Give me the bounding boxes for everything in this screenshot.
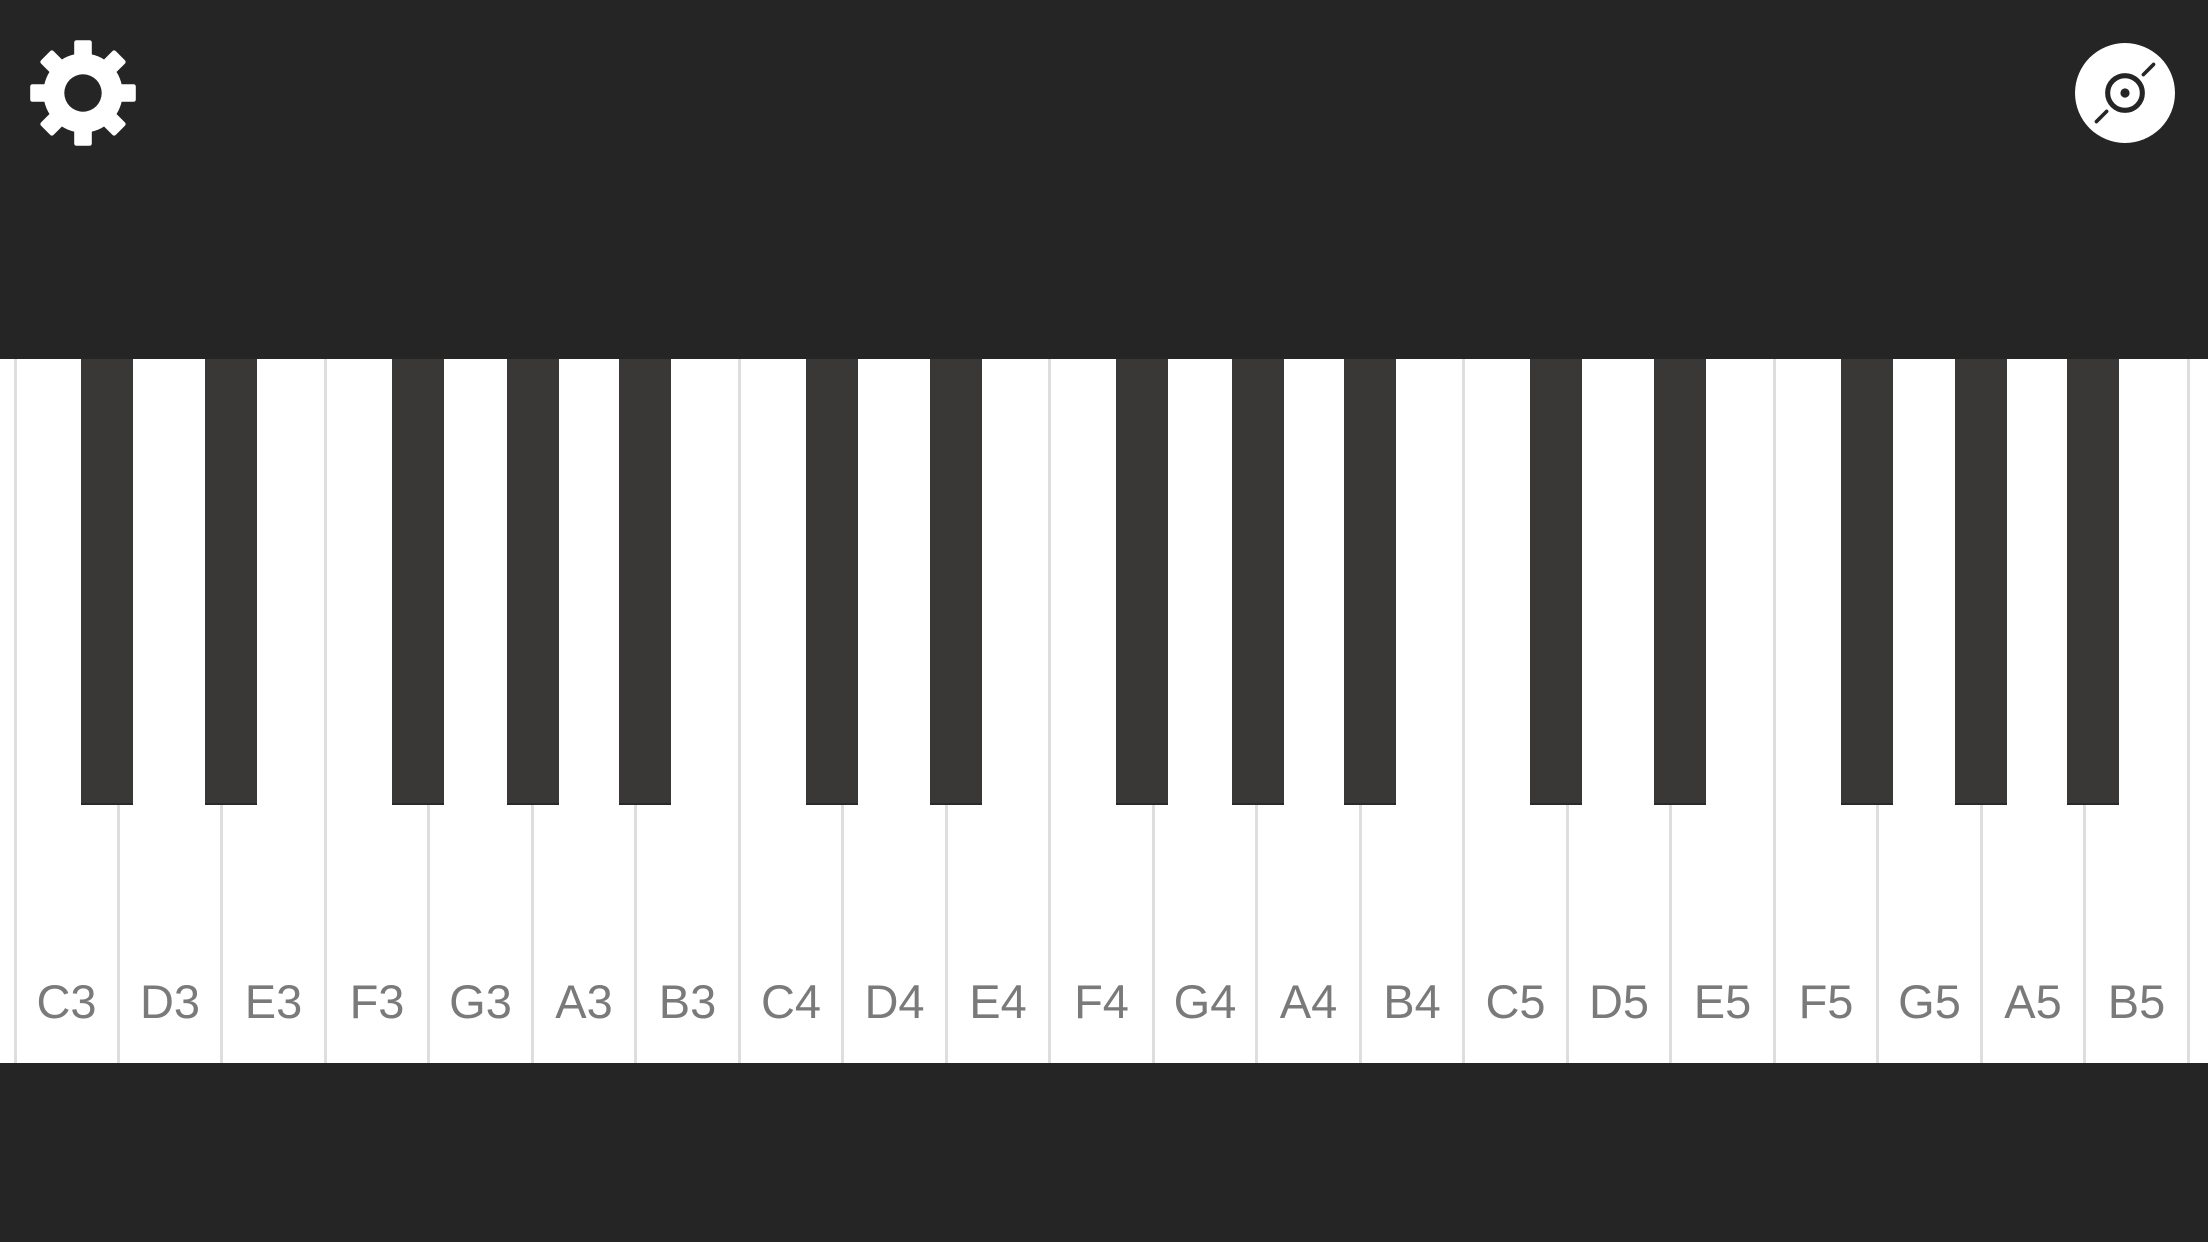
black-key[interactable] bbox=[1955, 359, 2007, 805]
top-bar bbox=[0, 0, 2208, 359]
gear-icon bbox=[30, 40, 136, 146]
key-label: C5 bbox=[1485, 975, 1546, 1028]
black-key[interactable] bbox=[392, 359, 444, 805]
key-label: C4 bbox=[760, 975, 822, 1028]
key-label: E5 bbox=[1693, 975, 1752, 1028]
black-key[interactable] bbox=[1232, 359, 1284, 805]
key-label: G3 bbox=[449, 975, 512, 1028]
black-key[interactable] bbox=[2067, 359, 2119, 805]
settings-button[interactable] bbox=[28, 38, 138, 148]
key-label: A5 bbox=[2004, 975, 2062, 1028]
key-label: A4 bbox=[1279, 975, 1338, 1028]
key-label: A3 bbox=[555, 975, 613, 1028]
black-key[interactable] bbox=[930, 359, 982, 805]
bottom-bar bbox=[0, 1063, 2208, 1242]
key-label: B5 bbox=[2107, 975, 2166, 1028]
key-divider bbox=[14, 359, 17, 1063]
key-label: F3 bbox=[349, 975, 405, 1028]
black-key[interactable] bbox=[1530, 359, 1582, 805]
vinyl-record-icon bbox=[2075, 43, 2175, 143]
key-label: B4 bbox=[1383, 975, 1441, 1028]
key-label: F4 bbox=[1074, 975, 1129, 1028]
key-label: G5 bbox=[1898, 975, 1961, 1028]
black-key[interactable] bbox=[1344, 359, 1396, 805]
black-key[interactable] bbox=[1654, 359, 1706, 805]
piano-keyboard: C3 D3 E3 F3 G3 A3 B3 C4 D4 E4 F4 G4 A4 B… bbox=[0, 359, 2208, 1063]
key-label: B3 bbox=[658, 975, 717, 1028]
piano-app: C3 D3 E3 F3 G3 A3 B3 C4 D4 E4 F4 G4 A4 B… bbox=[0, 0, 2208, 1242]
key-label: D5 bbox=[1588, 975, 1650, 1028]
black-key[interactable] bbox=[507, 359, 559, 805]
key-label: F5 bbox=[1798, 975, 1854, 1028]
key-label: D4 bbox=[864, 975, 925, 1028]
black-key[interactable] bbox=[1841, 359, 1893, 805]
key-label: C3 bbox=[36, 975, 97, 1028]
record-button[interactable] bbox=[2074, 42, 2176, 144]
key-label: G4 bbox=[1173, 975, 1237, 1028]
black-key[interactable] bbox=[806, 359, 858, 805]
black-key[interactable] bbox=[205, 359, 257, 805]
key-label: E3 bbox=[244, 975, 303, 1028]
key-label: D3 bbox=[139, 975, 201, 1028]
key-label: E4 bbox=[969, 975, 1027, 1028]
black-key[interactable] bbox=[81, 359, 133, 805]
black-key[interactable] bbox=[1116, 359, 1168, 805]
black-key[interactable] bbox=[619, 359, 671, 805]
